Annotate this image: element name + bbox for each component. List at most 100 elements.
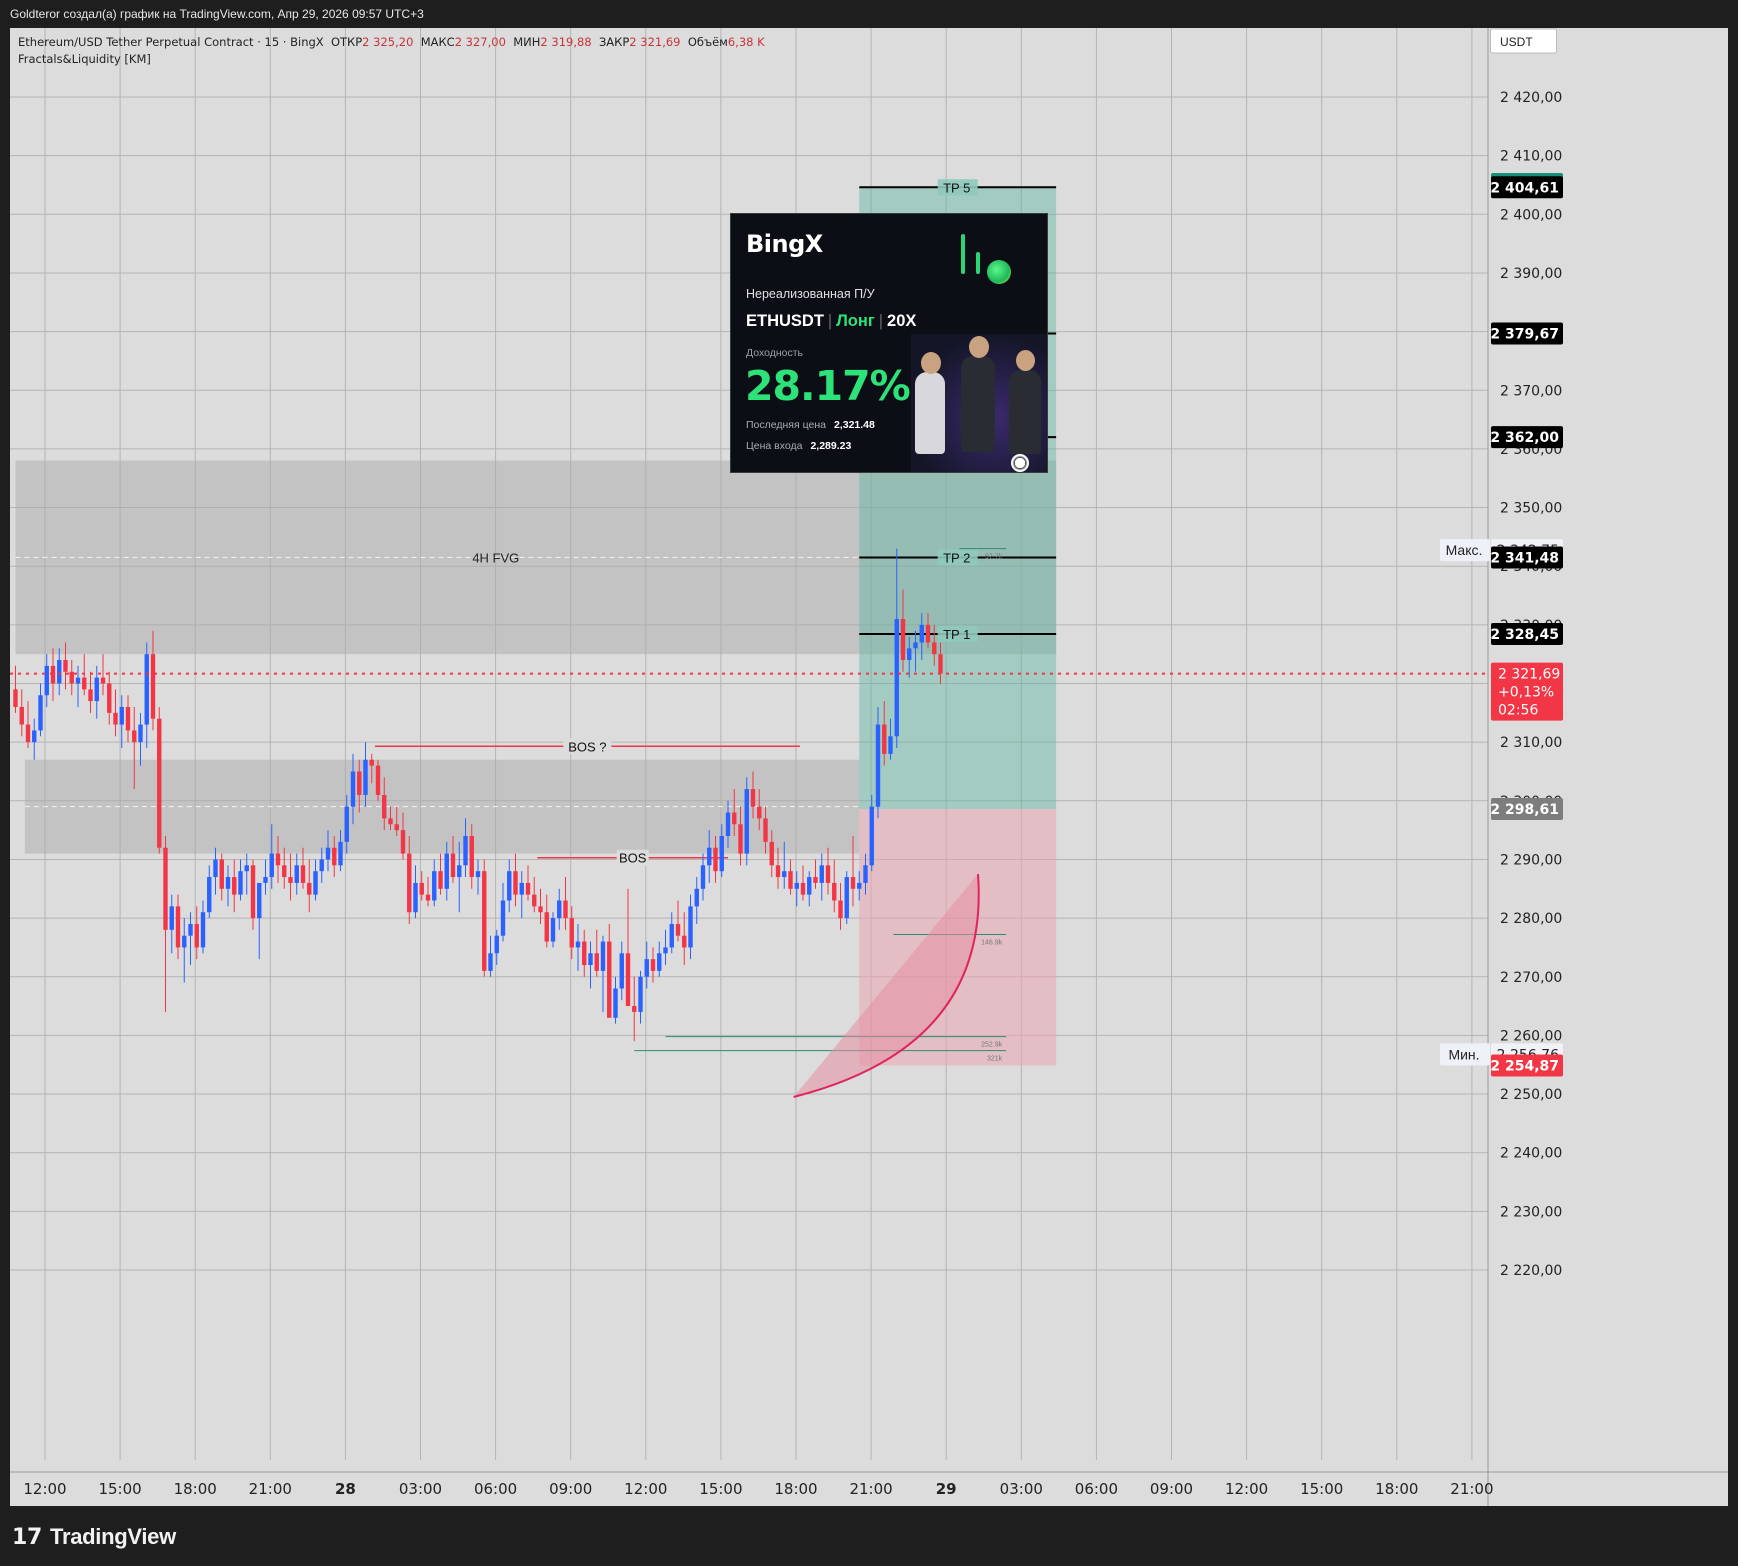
player-head (969, 336, 989, 358)
x-tick-label: 29 (936, 1480, 957, 1498)
candle-body (350, 771, 356, 807)
candle-body (238, 871, 243, 895)
legend-close-value: 2 321,69 (629, 35, 681, 49)
y-tick-label: 2 280,00 (1500, 911, 1562, 927)
candle-body (425, 894, 431, 901)
footer: 17 TradingView (0, 1510, 1738, 1566)
candle-body (307, 882, 312, 895)
candle-body (894, 618, 899, 737)
x-tick-label: 06:00 (474, 1480, 517, 1498)
legend-symbol[interactable]: Ethereum/USD Tether Perpetual Contract ·… (18, 35, 324, 49)
candle-body (650, 959, 656, 971)
candle-body (369, 759, 374, 766)
candle-body (182, 935, 187, 948)
candle-body (25, 724, 31, 743)
y-tick-label: 2 400,00 (1500, 207, 1562, 223)
tradingview-logo[interactable]: 17 TradingView (12, 1524, 176, 1550)
bingx-logo-dot-icon (987, 260, 1011, 284)
candle-body (413, 882, 418, 913)
x-tick-label: 03:00 (1000, 1480, 1043, 1498)
x-tick-label: 21:00 (249, 1480, 292, 1498)
candle-body (319, 859, 324, 872)
card-last-price-row: Последняя цена 2,321.48 (746, 419, 875, 431)
candle-body (625, 953, 631, 1007)
candle-body (813, 877, 818, 883)
card-entry-label: Цена входа (746, 440, 803, 452)
candle-body (13, 689, 18, 707)
candle-body (544, 912, 549, 942)
currency-label: USDT (1500, 35, 1533, 49)
legend-indicator[interactable]: Fractals&Liquidity [KM] (18, 51, 765, 68)
candle-body (525, 882, 531, 895)
candle-body (563, 900, 568, 919)
candle-body (150, 654, 156, 719)
candle-body (800, 882, 806, 895)
candle-body (69, 671, 74, 684)
candle-body (63, 660, 68, 672)
candle-body (175, 906, 181, 948)
x-tick-label: 18:00 (774, 1480, 817, 1498)
pnl-card: BingX Нереализованная П/У ETHUSDT | Лонг | 2… (730, 213, 1048, 473)
y-tick-label: 2 290,00 (1500, 852, 1562, 868)
candle-body (863, 865, 868, 883)
candle-body (482, 871, 487, 971)
candle-body (475, 871, 481, 878)
candle-body (557, 900, 562, 919)
candle-body (219, 859, 224, 889)
candle-body (607, 941, 612, 1018)
candle-body (375, 765, 381, 795)
card-leverage: 20X (887, 312, 917, 330)
candle-body (763, 818, 768, 842)
legend-volume-label: Объём (687, 35, 728, 49)
candle-body (869, 806, 874, 866)
candle-body (644, 959, 649, 977)
candle-body (632, 1006, 637, 1012)
candle-body (100, 677, 106, 684)
y-tick-label: 2 270,00 (1500, 970, 1562, 986)
candle-body (94, 677, 99, 702)
candle-body (213, 859, 218, 878)
candle-body (438, 871, 443, 889)
y-tick-label: 2 310,00 (1500, 735, 1562, 751)
candle-body (325, 847, 331, 860)
x-tick-label: 09:00 (549, 1480, 592, 1498)
candle-body (782, 871, 787, 878)
take-profit-label: TP 5 (943, 180, 970, 195)
candle-body (888, 736, 893, 754)
candle-body (494, 935, 499, 954)
candle-body (250, 865, 256, 919)
candle-body (825, 865, 831, 883)
candle-body (707, 847, 712, 866)
y-tick-label: 2 240,00 (1500, 1146, 1562, 1162)
liquidity-label: 146.9k (981, 940, 1003, 947)
player-figure (915, 372, 945, 454)
y-tick-label: 2 350,00 (1500, 501, 1562, 517)
x-tick-label: 09:00 (1150, 1480, 1193, 1498)
candle-body (744, 789, 749, 854)
y-tick-label: 2 260,00 (1500, 1028, 1562, 1044)
candle-body (838, 900, 843, 919)
y-tick-label: 2 220,00 (1500, 1263, 1562, 1279)
bos-label: BOS ? (568, 739, 606, 754)
candle-body (75, 677, 81, 684)
candle-body (582, 941, 587, 966)
price-axis-label: 2 254,87 (1490, 1058, 1559, 1074)
chart-caption: Goldteror создал(а) график на TradingVie… (10, 7, 424, 21)
y-tick-label: 2 370,00 (1500, 383, 1562, 399)
price-axis-label: 2 404,61 (1490, 180, 1559, 196)
candle-body (19, 706, 24, 725)
candle-body (613, 988, 618, 1018)
candle-body (807, 877, 812, 895)
candle-body (257, 882, 262, 919)
x-tick-label: 21:00 (1450, 1480, 1493, 1498)
candle-body (88, 689, 93, 702)
card-last-value: 2,321.48 (833, 419, 875, 431)
candle-body (500, 900, 506, 936)
legend-low-value: 2 319,88 (540, 35, 592, 49)
candle-body (232, 877, 237, 895)
price-axis-label: 2 379,67 (1490, 327, 1559, 343)
candle-body (125, 706, 131, 731)
candle-body (682, 935, 687, 948)
candle-body (57, 660, 62, 684)
current-price-value: 2 321,69 (1498, 667, 1560, 683)
